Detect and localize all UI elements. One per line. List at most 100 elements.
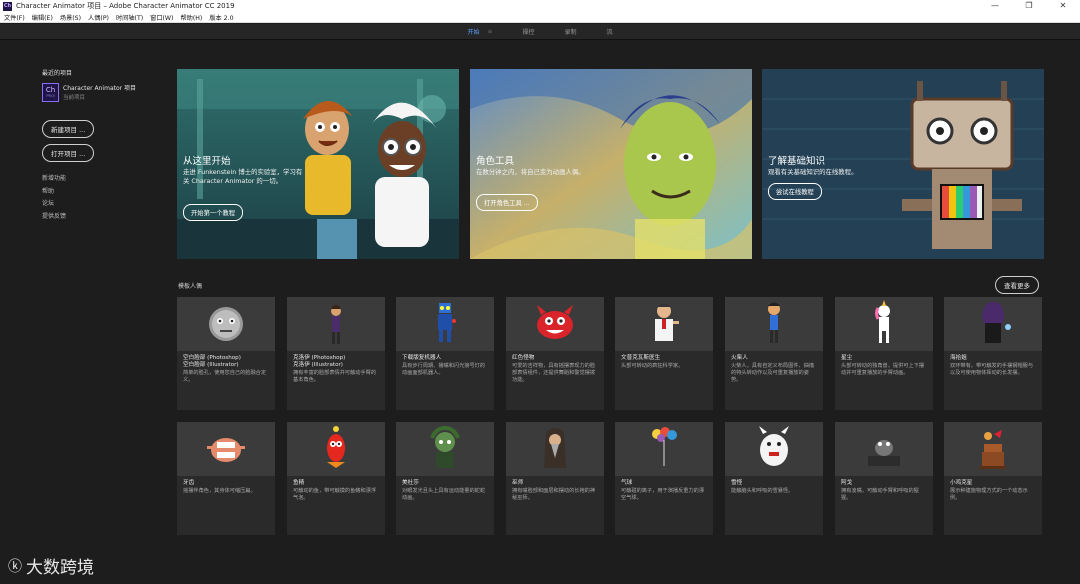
tab-start[interactable]: 开始 ≡: [467, 27, 492, 36]
close-button[interactable]: ✕: [1046, 0, 1080, 12]
puppet-name: 巫师: [512, 480, 524, 486]
puppet-description: 火柴人，具有自定义布局图件、抽搐的特头转动作以及可重复播放的姿势。: [731, 363, 815, 383]
puppet-chloe-icon: [331, 305, 341, 344]
puppet-description: 头部可转动的疯狂科学家。: [621, 363, 684, 369]
puppet-name: 下载版复机器人: [402, 355, 442, 361]
puppet-thumbnail: [944, 297, 1042, 351]
tab-rig-label: 操控: [522, 29, 535, 36]
workspace-tabs: 开始 ≡ 操控 录制 流: [0, 24, 1080, 40]
puppet-name: 牙齿: [183, 480, 195, 486]
puppet-yeti-icon: [759, 426, 789, 466]
puppet-name: 气球: [621, 480, 633, 486]
puppet-card[interactable]: 克洛伊 (Photoshop) 克洛伊 (Illustrator) 拥有丰富的脸部…: [287, 297, 385, 410]
link-help[interactable]: 帮助: [42, 186, 66, 199]
menu-help[interactable]: 帮助(H): [176, 13, 205, 22]
puppet-description: 拥有凌嘴，可触动手臂和呼吸的猩猩。: [841, 488, 919, 501]
puppet-card[interactable]: 鱼精 可触动的鱼，带可触摸的鱼鳍和漂浮气泡。: [287, 422, 385, 535]
view-more-button[interactable]: 查看更多: [995, 276, 1039, 294]
menu-puppet[interactable]: 人偶(P): [84, 13, 112, 22]
puppet-card[interactable]: 火柴人火柴人，具有自定义布局图件、抽搐的特头转动作以及可重复播放的姿势。: [725, 297, 823, 410]
tab-stream-label: 流: [606, 29, 613, 36]
puppet-description: 可爱的吉祥物，具有摇摆表现力的脸部表情组件，还提供舞蹈和警觉摆拨功能。: [512, 363, 596, 383]
puppet-blank-face-icon: [209, 307, 243, 341]
puppet-stick-man-icon: [768, 302, 780, 343]
maximize-button[interactable]: ❐: [1012, 0, 1046, 12]
puppet-witch-icon: [982, 301, 1011, 343]
puppet-card[interactable]: 美杜莎对眼发光且头上具有运动能量的蛇蛇动画。: [396, 422, 494, 535]
hero-basics-title: 了解基础知识: [768, 156, 826, 167]
recent-project-name: Character Animator 项目: [63, 85, 137, 92]
puppet-card[interactable]: 巫师 拥有嘴脸部和面层和摆动的长袍的神秘巫师。: [506, 422, 604, 535]
puppet-card[interactable]: 牙齿 摇摆伴角色，其身体可缩压扁。: [177, 422, 275, 535]
hero-basics[interactable]: 了解基础知识 观看有关基础知识的在线教程。 尝试在线教程: [762, 69, 1044, 259]
puppet-name: 海拾姐: [950, 355, 967, 361]
project-icon-sub: PROJ: [46, 93, 55, 98]
puppet-thumbnail: [177, 297, 275, 351]
puppet-thumbnail: [725, 297, 823, 351]
recent-project-sub: 当前项目: [63, 95, 86, 101]
link-forums[interactable]: 论坛: [42, 198, 66, 211]
puppet-medusa-icon: [430, 425, 460, 468]
puppet-card[interactable]: 气球 可触碰的离子，用于演播反重力的漂空气球。: [615, 422, 713, 535]
title-bar: Ch Character Animator 项目 – Adobe Charact…: [0, 0, 1080, 12]
puppet-card[interactable]: 小鸡克星 展示种建施物理方式的一个动态示例。: [944, 422, 1042, 535]
puppet-card[interactable]: 星尘 头部可转动的独角兽，提供可上下摆动并可重复播放的手臂动画。: [835, 297, 933, 410]
start-sidebar: 最近的项目 Ch PROJ Character Animator 项目 当前项目…: [42, 68, 162, 220]
menu-timeline[interactable]: 时间轴(T): [112, 13, 146, 22]
menu-scene[interactable]: 场景(S): [56, 13, 84, 22]
puppet-name: 红色怪物: [512, 355, 535, 361]
menu-version[interactable]: 版本 2.0: [205, 13, 236, 22]
open-character-tool-button[interactable]: 打开角色工具 ...: [476, 194, 538, 211]
tab-record[interactable]: 录制: [565, 27, 577, 36]
recent-project-item[interactable]: Ch PROJ Character Animator 项目 当前项目: [42, 83, 162, 102]
hero-get-started-title: 从这里开始: [183, 156, 231, 167]
hero-character-tool-text: 在数分钟之内，将自己变为动画人偶。: [476, 168, 585, 176]
tab-menu-icon[interactable]: ≡: [487, 28, 492, 35]
puppet-teeth-icon: [207, 438, 245, 462]
try-online-tutorial-button[interactable]: 尝试在线教程: [768, 183, 822, 200]
puppet-card[interactable]: 阿戈拥有凌嘴，可触动手臂和呼吸的猩猩。: [835, 422, 933, 535]
puppet-thumbnail: [615, 422, 713, 476]
new-project-button[interactable]: 新建项目 ...: [42, 120, 95, 138]
window-controls: — ❐ ✕: [978, 0, 1080, 12]
hero-basics-text: 观看有关基础知识的在线教程。: [768, 168, 858, 176]
tab-rig[interactable]: 操控: [523, 27, 535, 36]
puppet-red-monster-icon: [537, 305, 573, 339]
puppet-card[interactable]: 文普克瓦斯医生 头部可转动的疯狂科学家。: [615, 297, 713, 410]
puppet-name: 阿戈: [841, 480, 853, 486]
watermark-logo-icon: ⓚ: [8, 558, 22, 575]
menu-edit[interactable]: 编辑(E): [28, 13, 56, 22]
link-whats-new[interactable]: 新增功能: [42, 173, 66, 186]
puppet-name: 美杜莎: [402, 480, 419, 486]
start-tutorial-button[interactable]: 开始第一个教程: [183, 204, 244, 221]
puppet-description: 简单的脸孔，使用您自己的脸融合定义。: [183, 370, 267, 383]
puppet-description: 具有步行周期、播嘴和闪光接号灯的动画面部机器人。: [402, 363, 486, 376]
puppet-thumbnail: [615, 297, 713, 351]
puppet-robot-icon: [438, 303, 456, 342]
app-icon: Ch: [3, 1, 12, 11]
puppet-name: 雪怪: [731, 480, 743, 486]
window-title: Character Animator 项目 – Adobe Character …: [16, 2, 235, 10]
hero-get-started[interactable]: 从这里开始 走进 Funkenstein 博士的实验室，学习有关 Charact…: [177, 69, 459, 259]
puppet-balloons-icon: [652, 427, 677, 466]
puppet-thumbnail: [396, 297, 494, 351]
puppet-unicorn-icon: [875, 300, 890, 343]
puppet-thumbnail: [177, 422, 275, 476]
puppet-fish-icon: [327, 426, 345, 468]
link-feedback[interactable]: 提供反馈: [42, 211, 66, 224]
puppet-description: 对眼发光且头上具有运动能量的蛇蛇动画。: [402, 488, 486, 501]
puppet-card[interactable]: 雪怪 能触脑头和呼吸的雪暴怪。: [725, 422, 823, 535]
tab-stream[interactable]: 流: [607, 27, 613, 36]
menu-file[interactable]: 文件(F): [0, 13, 28, 22]
menu-window[interactable]: 窗口(W): [146, 13, 176, 22]
minimize-button[interactable]: —: [978, 0, 1012, 12]
puppet-card[interactable]: 下载版复机器人具有步行周期、播嘴和闪光接号灯的动画面部机器人。: [396, 297, 494, 410]
puppet-name: 鱼精: [293, 480, 305, 486]
hero-character-tool[interactable]: 角色工具 在数分钟之内，将自己变为动画人偶。 打开角色工具 ...: [470, 69, 752, 259]
puppet-card[interactable]: 红色怪物可爱的吉祥物，具有摇摆表现力的脸部表情组件，还提供舞蹈和警觉摆拨功能。: [506, 297, 604, 410]
puppet-doctor-icon: [655, 303, 679, 341]
open-project-button[interactable]: 打开项目 ...: [42, 144, 95, 162]
puppet-name: 火柴人: [731, 355, 748, 361]
puppet-card[interactable]: 空白脸部 (Photoshop) 空白脸部 (Illustrator) 简单的脸孔…: [177, 297, 275, 410]
puppet-card[interactable]: 海拾姐 双环带有，带可触发的手摆钢帽服与以及可使用物体挥动的长发摆。: [944, 297, 1042, 410]
